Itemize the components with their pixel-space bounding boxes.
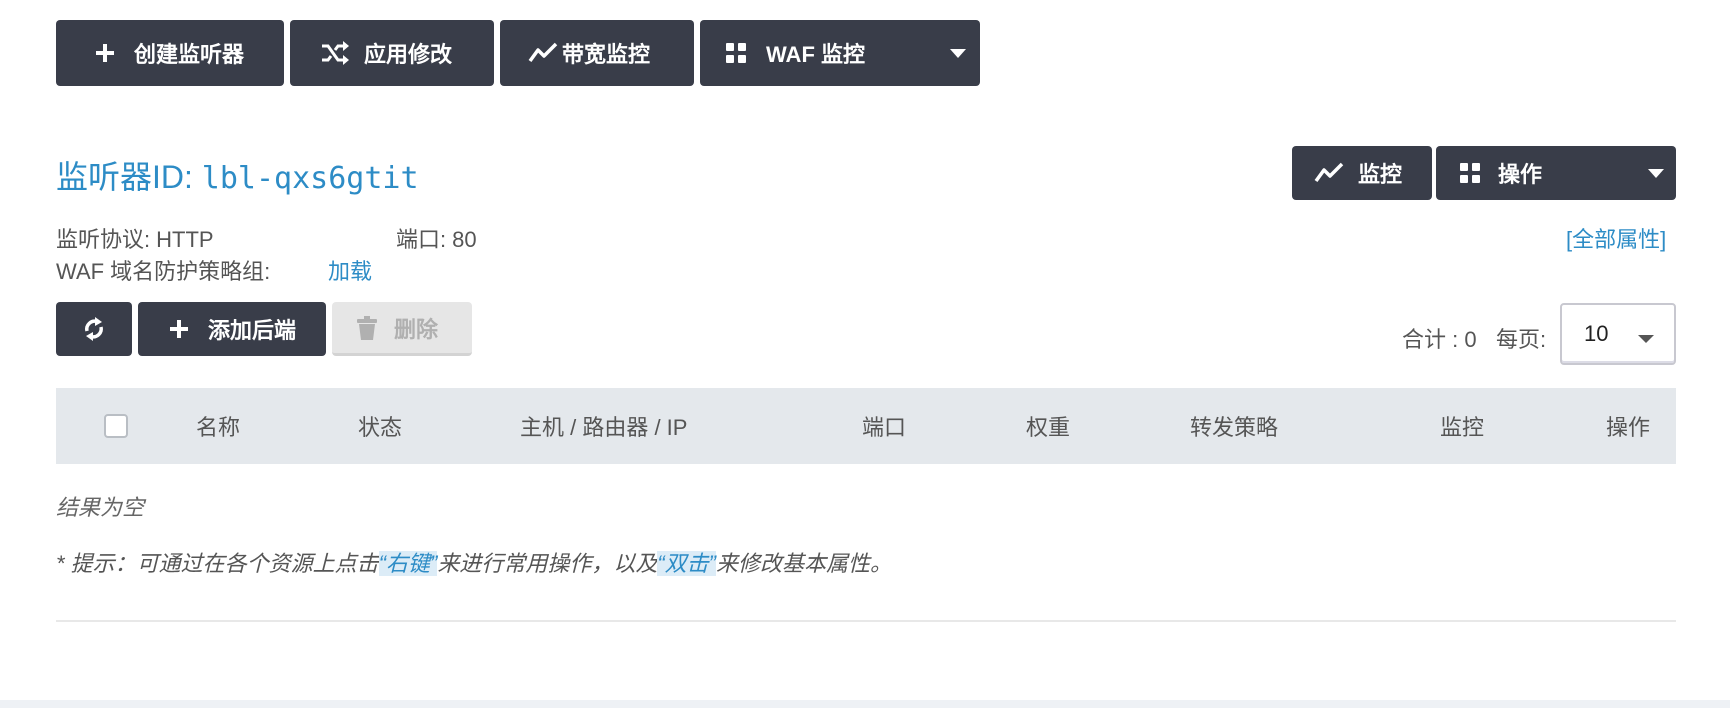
column-forward-policy[interactable]: 转发策略 — [1190, 388, 1278, 464]
bandwidth-monitor-button[interactable]: 带宽监控 — [500, 20, 694, 86]
protocol-value: HTTP — [156, 227, 214, 252]
port-label: 端口: 80 — [396, 227, 477, 252]
waf-policy-label: WAF 域名防护策略组: — [56, 259, 271, 284]
plus-icon — [90, 43, 120, 63]
grid-icon — [1460, 163, 1480, 183]
usage-hint: * 提示：可通过在各个资源上点击“右键”来进行常用操作，以及“双击”来修改基本属… — [56, 551, 893, 576]
trend-icon — [1314, 161, 1344, 185]
create-listener-label: 创建监听器 — [134, 42, 245, 67]
protocol-label: 监听协议: HTTP — [56, 227, 214, 252]
bandwidth-monitor-label: 带宽监控 — [562, 42, 651, 67]
waf-monitor-dropdown[interactable]: WAF 监控 — [700, 20, 980, 86]
apply-changes-button[interactable]: 应用修改 — [290, 20, 494, 86]
port-value: 80 — [452, 227, 477, 252]
delete-label: 删除 — [394, 316, 439, 342]
column-monitor[interactable]: 监控 — [1440, 388, 1484, 464]
empty-result: 结果为空 — [56, 495, 145, 520]
plus-icon — [164, 319, 194, 339]
refresh-icon — [82, 317, 106, 341]
column-port[interactable]: 端口 — [862, 388, 906, 464]
operations-label: 操作 — [1498, 162, 1543, 187]
chevron-down-icon — [950, 49, 966, 58]
select-all-checkbox[interactable] — [104, 414, 128, 438]
column-name[interactable]: 名称 — [196, 388, 240, 464]
per-page-select[interactable]: 10 — [1560, 303, 1676, 365]
create-listener-button[interactable]: 创建监听器 — [56, 20, 284, 86]
column-actions[interactable]: 操作 — [1606, 388, 1650, 464]
per-page-value: 10 — [1584, 321, 1609, 346]
table-header: 名称 状态 主机 / 路由器 / IP 端口 权重 转发策略 监控 操作 — [56, 388, 1676, 464]
hint-double-click: “双击” — [657, 551, 717, 576]
per-page-label: 每页: — [1496, 327, 1547, 352]
chevron-down-icon — [1638, 335, 1654, 343]
total-count: 合计 : 0 — [1402, 327, 1477, 352]
column-weight[interactable]: 权重 — [1026, 388, 1070, 464]
chevron-down-icon — [1648, 169, 1664, 178]
trend-icon — [528, 41, 558, 65]
shuffle-icon — [320, 41, 350, 65]
grid-icon — [726, 43, 746, 63]
divider — [56, 620, 1676, 622]
monitor-label: 监控 — [1358, 162, 1403, 187]
bottom-bar — [0, 700, 1730, 708]
operations-dropdown[interactable]: 操作 — [1436, 146, 1676, 200]
listener-title-prefix: 监听器ID: — [56, 159, 202, 195]
listener-title: 监听器ID: lbl-qxs6gtit — [56, 152, 419, 198]
refresh-button[interactable] — [56, 302, 132, 356]
monitor-button[interactable]: 监控 — [1292, 146, 1432, 200]
apply-changes-label: 应用修改 — [364, 42, 453, 67]
waf-load-link[interactable]: 加载 — [328, 254, 372, 286]
column-host[interactable]: 主机 / 路由器 / IP — [520, 388, 687, 464]
listener-id: lbl-qxs6gtit — [201, 161, 419, 196]
waf-monitor-label: WAF 监控 — [766, 42, 865, 67]
hint-right-click: “右键” — [378, 551, 438, 576]
add-backend-label: 添加后端 — [208, 318, 297, 343]
column-status[interactable]: 状态 — [358, 388, 402, 464]
all-properties-link[interactable]: [全部属性] — [1566, 222, 1666, 254]
delete-button[interactable]: 删除 — [332, 302, 472, 356]
trash-icon — [356, 315, 378, 340]
add-backend-button[interactable]: 添加后端 — [138, 302, 326, 356]
